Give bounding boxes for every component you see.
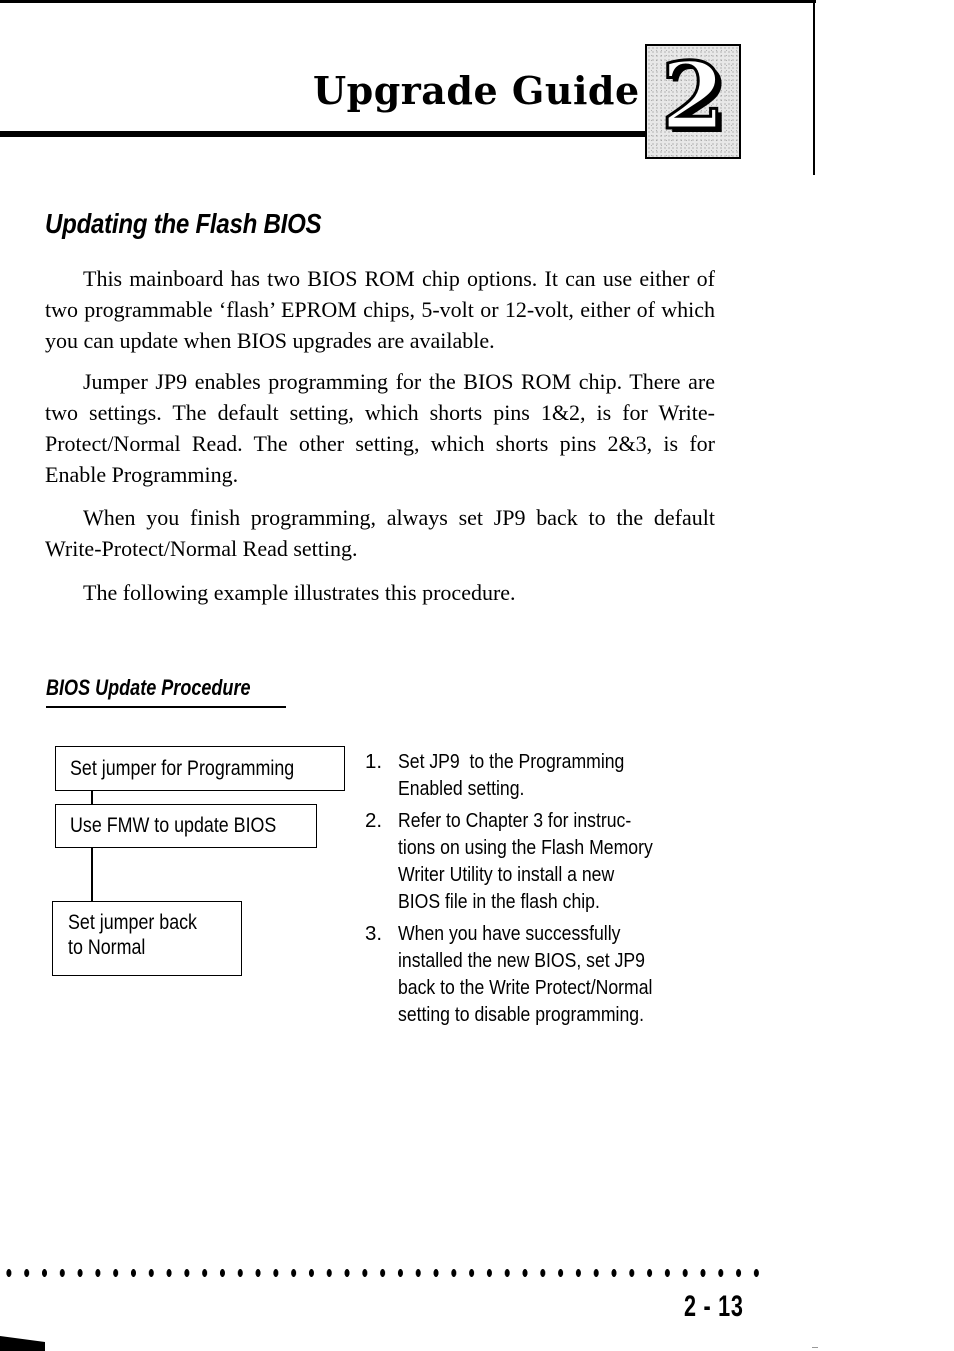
step-item: 1. Set JP9 to the Programming Enabled set… — [365, 748, 710, 802]
flowchart-connector — [91, 847, 93, 902]
page-right-border — [813, 0, 815, 175]
flowchart-box-use-fmw: Use FMW to update BIOS — [55, 804, 317, 848]
footer-dotted-rule — [0, 1266, 760, 1280]
subsection-underline — [46, 706, 286, 708]
paragraph-text: When you finish programming, always set … — [45, 505, 715, 561]
step-item: 3. When you have successfully installed t… — [365, 920, 710, 1028]
scan-speck — [812, 1347, 818, 1348]
paragraph-text: Jumper JP9 enables programming for the B… — [45, 369, 715, 487]
paragraph-text: This mainboard has two BIOS ROM chip opt… — [45, 266, 715, 353]
steps-list: 1. Set JP9 to the Programming Enabled set… — [365, 748, 710, 1033]
flowchart-box-set-jumper: Set jumper for Programming — [55, 746, 345, 791]
step-text: When you have successfully installed the … — [398, 922, 653, 1026]
chapter-number-badge: 2 — [645, 44, 741, 159]
page-number: 2 - 13 — [684, 1290, 744, 1323]
flowchart-box-label: Set jumper back to Normal — [68, 911, 197, 959]
step-number: 2. — [365, 809, 383, 832]
flowchart-box-label: Set jumper for Programming — [70, 757, 295, 780]
step-text: Refer to Chapter 3 for instruc-tions on … — [398, 809, 653, 913]
subsection-title: BIOS Update Procedure — [46, 675, 251, 700]
paragraph: When you finish programming, always set … — [45, 502, 715, 564]
flowchart-box-label: Use FMW to update BIOS — [70, 814, 277, 837]
chapter-title: Upgrade Guide — [313, 68, 640, 113]
paragraph-text: The following example illustrates this p… — [83, 580, 516, 605]
section-title: Updating the Flash BIOS — [45, 208, 322, 239]
flowchart-connector — [91, 790, 93, 805]
page-top-border — [0, 0, 816, 3]
paragraph: This mainboard has two BIOS ROM chip opt… — [45, 263, 715, 356]
step-item: 2. Refer to Chapter 3 for instruc-tions … — [365, 807, 710, 915]
page-corner-mark — [0, 1336, 45, 1351]
step-text: Set JP9 to the Programming Enabled settin… — [398, 750, 625, 800]
chapter-rule — [0, 131, 648, 137]
flowchart-box-set-back: Set jumper back to Normal — [52, 901, 242, 976]
paragraph: Jumper JP9 enables programming for the B… — [45, 366, 715, 490]
paragraph: The following example illustrates this p… — [45, 577, 715, 608]
step-number: 1. — [365, 750, 383, 773]
chapter-number: 2 — [659, 42, 726, 150]
step-number: 3. — [365, 922, 383, 945]
